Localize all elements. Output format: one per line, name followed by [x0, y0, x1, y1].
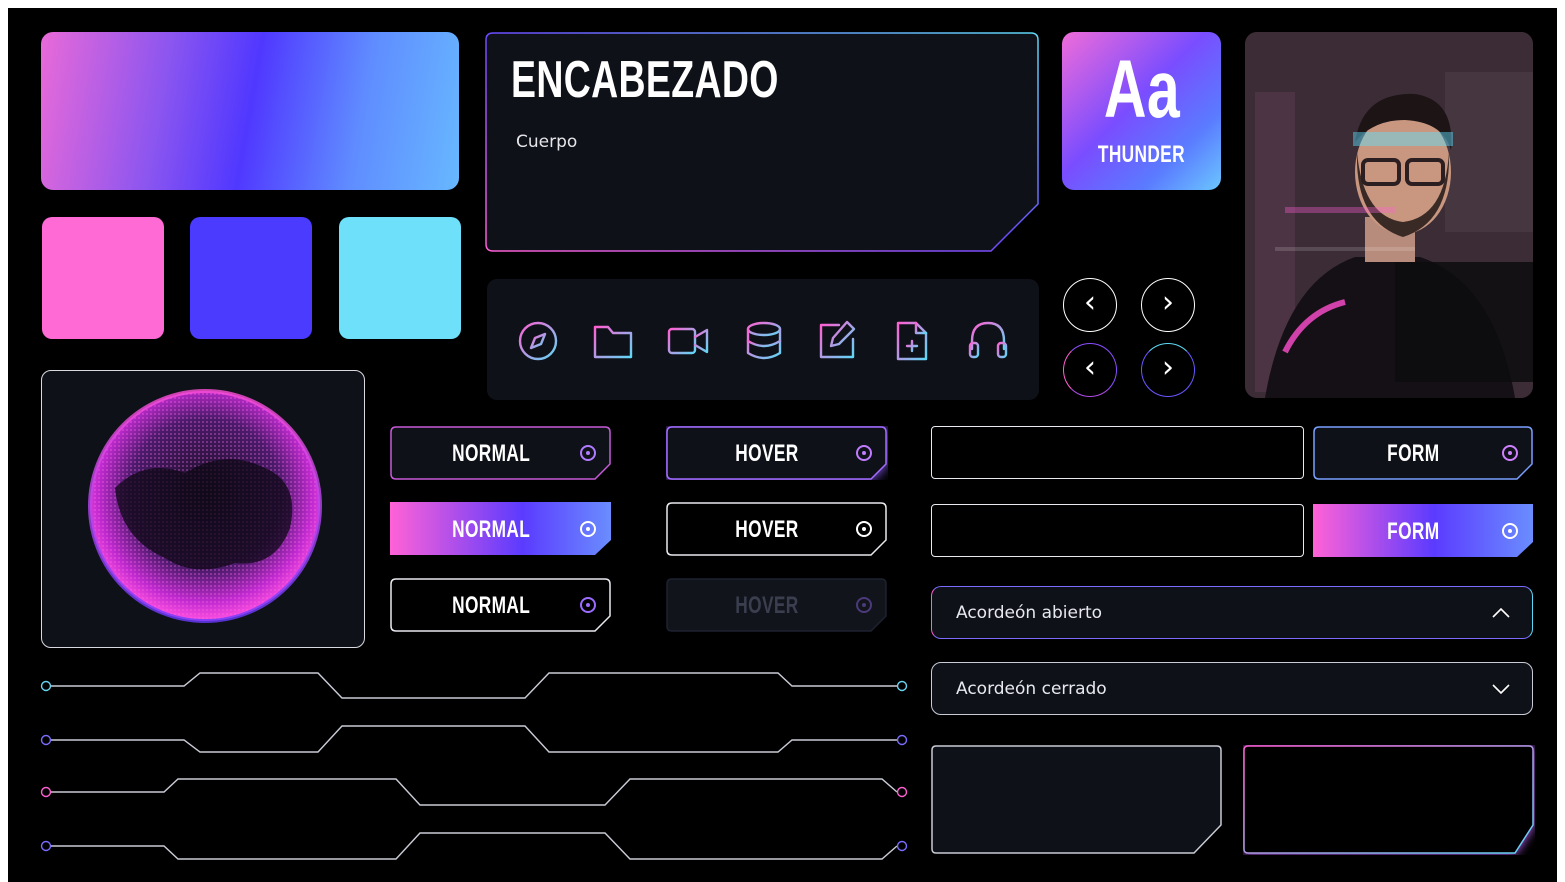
card-plain: [931, 745, 1222, 854]
next-button[interactable]: ›: [1141, 278, 1195, 332]
chevron-right-icon: ›: [1162, 285, 1174, 320]
circuit-line-1: [40, 672, 908, 699]
video-icon: [667, 327, 709, 355]
chevron-up-icon: [1492, 607, 1510, 618]
accordion-open[interactable]: Acordeón abierto: [931, 586, 1533, 639]
card-glow: [1243, 745, 1534, 854]
chevron-right-icon: ›: [1162, 350, 1174, 385]
font-sample: Aa: [1103, 44, 1180, 135]
form-input-1[interactable]: [931, 426, 1304, 479]
color-swatch-pink: [42, 217, 164, 339]
edit-icon: [819, 320, 856, 359]
file-plus-icon: [896, 321, 928, 361]
circuit-line-3: [40, 778, 908, 806]
accordion-open-label: Acordeón abierto: [956, 602, 1103, 623]
circuit-line-2: [40, 725, 908, 753]
form-button[interactable]: FORM: [1313, 426, 1534, 480]
form-button-active[interactable]: FORM: [1313, 504, 1534, 558]
target-icon: [580, 521, 596, 537]
compass-icon: [518, 321, 558, 361]
target-icon: [856, 521, 872, 537]
folder-icon: [593, 325, 633, 359]
hover-button-disabled[interactable]: HOVER: [666, 578, 888, 632]
gradient-swatch: [41, 32, 459, 190]
prev-button[interactable]: ‹: [1063, 278, 1117, 332]
heading-title: ENCABEZADO: [511, 51, 779, 109]
next-button-gradient[interactable]: ›: [1141, 343, 1195, 397]
headphones-icon: [968, 321, 1008, 359]
target-icon: [1502, 445, 1518, 461]
hover-button-outline[interactable]: HOVER: [666, 502, 888, 556]
normal-button[interactable]: NORMAL: [390, 426, 612, 480]
particle-sphere-image: [88, 389, 322, 623]
hover-button[interactable]: HOVER: [666, 426, 888, 480]
accordion-closed-label: Acordeón cerrado: [956, 678, 1107, 699]
chevron-left-icon: ‹: [1084, 285, 1096, 320]
database-icon: [746, 321, 782, 360]
font-name: THUNDER: [1097, 141, 1185, 168]
normal-button-outline[interactable]: NORMAL: [390, 578, 612, 632]
normal-button-active[interactable]: NORMAL: [390, 502, 612, 556]
target-icon: [580, 597, 596, 613]
circuit-lines: [40, 672, 908, 860]
accordion-closed[interactable]: Acordeón cerrado: [931, 662, 1533, 715]
target-icon: [1502, 523, 1518, 539]
icon-toolbar-icons: [518, 320, 1008, 361]
circuit-line-4: [40, 832, 908, 860]
target-icon: [856, 597, 872, 613]
target-icon: [580, 445, 596, 461]
color-swatch-cyan: [339, 217, 461, 339]
form-input-2[interactable]: [931, 504, 1304, 557]
chevron-down-icon: [1492, 683, 1510, 694]
color-swatch-purple: [190, 217, 312, 339]
target-icon: [856, 445, 872, 461]
chevron-left-icon: ‹: [1084, 350, 1096, 385]
heading-body-text: Cuerpo: [516, 132, 578, 152]
person-photo: [1245, 32, 1533, 398]
prev-button-gradient[interactable]: ‹: [1063, 343, 1117, 397]
